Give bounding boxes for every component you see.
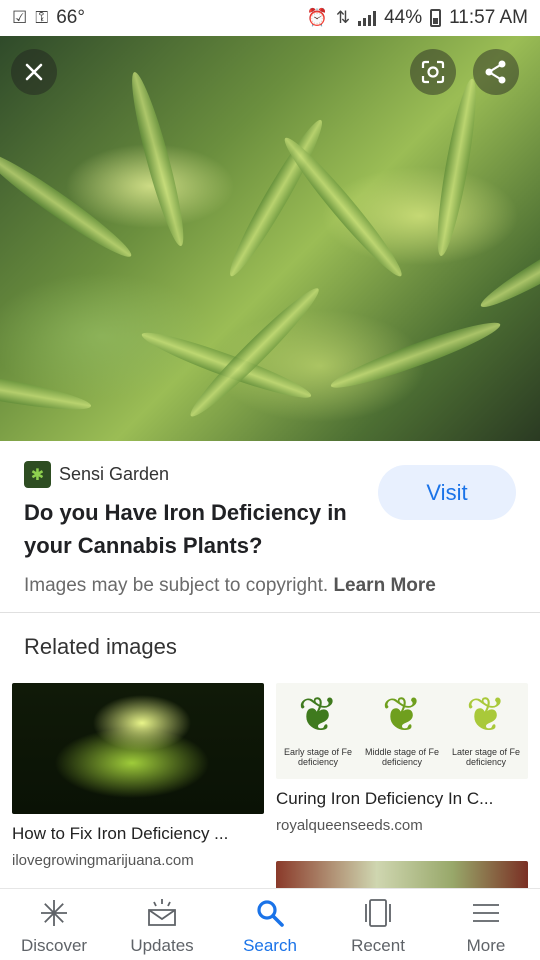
clock: 11:57 AM [449, 7, 528, 28]
learn-more-link[interactable]: Learn More [333, 575, 435, 596]
divider [0, 612, 540, 613]
close-icon [25, 63, 43, 81]
nav-label: Discover [20, 936, 88, 955]
nav-label: More [466, 936, 506, 955]
nav-label: Search [243, 936, 297, 955]
leaf-icon: ❦ [465, 689, 507, 742]
stage-panel: ❦ Middle stage of Fe deficiency [364, 685, 440, 767]
stage-caption: Middle stage of Fe deficiency [364, 747, 440, 767]
visit-button[interactable]: Visit [378, 465, 516, 520]
nav-search[interactable]: Search [216, 889, 324, 960]
battery-percent: 44% [384, 7, 423, 28]
temperature: 66° [56, 7, 85, 28]
battery-icon [430, 9, 442, 27]
alarm-icon: ⏰ [306, 8, 328, 27]
nav-updates[interactable]: Updates [108, 889, 216, 960]
leaf-icon: ❦ [297, 689, 339, 742]
related-thumbnail[interactable] [12, 683, 264, 814]
stage-panel: ❦ Early stage of Fe deficiency [280, 685, 356, 767]
bottom-navigation: Discover Updates Search Recent More [0, 888, 540, 960]
nav-discover[interactable]: Discover [0, 889, 108, 960]
copyright-notice: Images may be subject to copyright. Lear… [24, 575, 436, 597]
stage-panel: ❦ Later stage of Fe deficiency [448, 685, 524, 767]
close-button[interactable] [11, 49, 57, 95]
related-image-title[interactable]: Curing Iron Deficiency In C... [276, 789, 528, 809]
copyright-text: Images may be subject to copyright. [24, 575, 329, 596]
nav-recent[interactable]: Recent [324, 889, 432, 960]
data-icon: ⇅ [335, 8, 351, 27]
preview-image[interactable] [0, 36, 540, 441]
status-bar: ☑ ⚿ 66° ⏰ ⇅ 44% 11:57 AM [0, 0, 540, 36]
related-image-domain: ilovegrowingmarijuana.com [12, 852, 194, 869]
source-name: Sensi Garden [59, 464, 170, 484]
result-title[interactable]: Do you Have Iron Deficiency in your Cann… [24, 496, 364, 562]
related-image-card[interactable]: How to Fix Iron Deficiency ... ilovegrow… [12, 683, 264, 869]
leaf-icon: ❦ [381, 689, 423, 742]
key-icon: ⚿ [35, 8, 49, 27]
nav-label: Updates [130, 936, 194, 955]
checkbox-notification-icon: ☑ [12, 8, 28, 27]
signal-icon [358, 10, 377, 26]
related-image-title[interactable]: How to Fix Iron Deficiency ... [12, 824, 264, 844]
share-icon [485, 60, 506, 84]
nav-more[interactable]: More [432, 889, 540, 960]
related-image-card[interactable] [276, 861, 528, 889]
nav-label: Recent [351, 936, 405, 955]
stage-caption: Later stage of Fe deficiency [451, 747, 521, 767]
related-thumbnail[interactable] [276, 861, 528, 889]
source-row[interactable]: ✱ Sensi Garden [24, 461, 169, 488]
related-image-domain: royalqueenseeds.com [276, 817, 423, 834]
recent-icon [362, 897, 394, 929]
related-thumbnail[interactable]: ❦ Early stage of Fe deficiency ❦ Middle … [276, 683, 528, 779]
related-image-card[interactable]: ❦ Early stage of Fe deficiency ❦ Middle … [276, 683, 528, 834]
lens-button[interactable] [410, 49, 456, 95]
updates-icon [146, 897, 178, 929]
menu-icon [471, 897, 501, 929]
search-icon [255, 897, 285, 929]
asterisk-icon [39, 897, 69, 929]
lens-icon [421, 60, 445, 84]
share-button[interactable] [473, 49, 519, 95]
site-favicon-icon: ✱ [24, 461, 51, 488]
stage-caption: Early stage of Fe deficiency [283, 747, 353, 767]
related-images-heading: Related images [24, 634, 177, 659]
